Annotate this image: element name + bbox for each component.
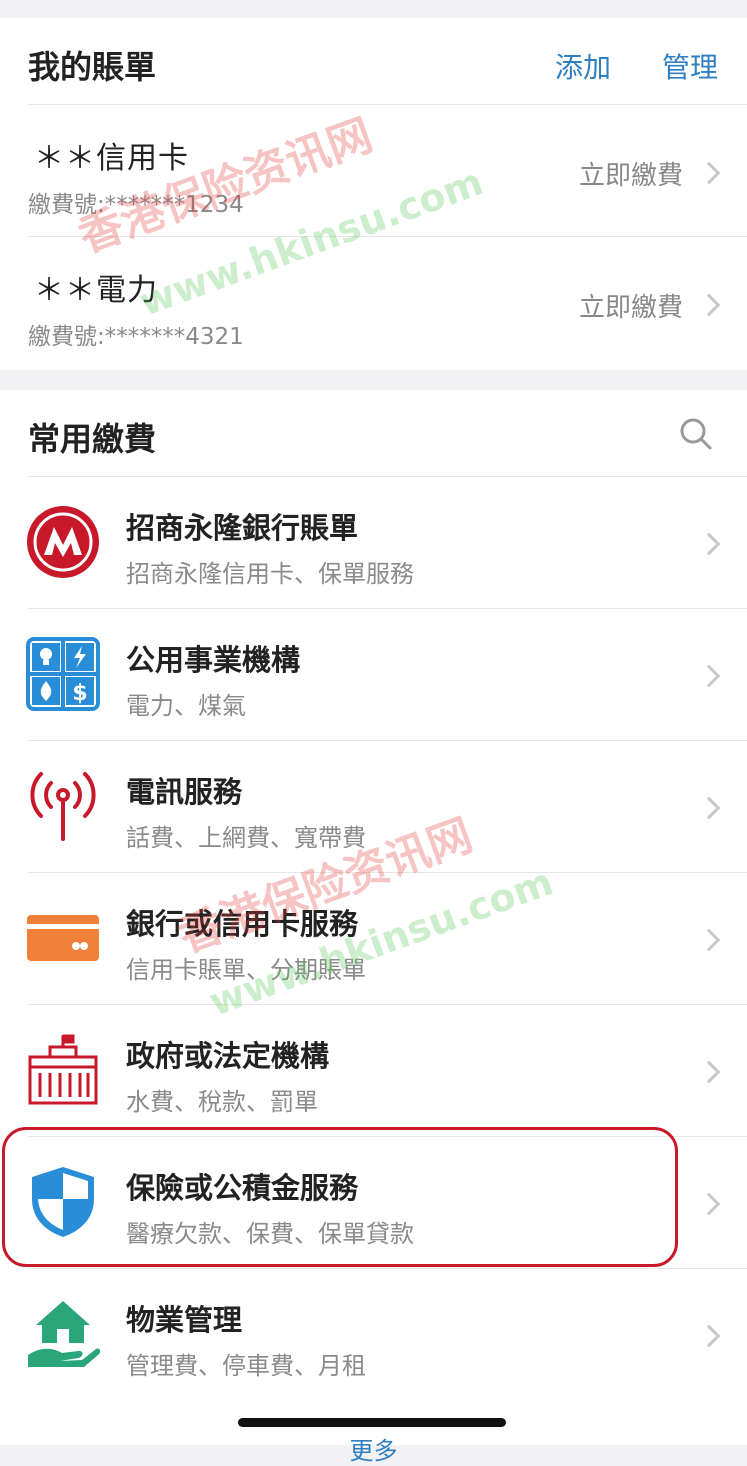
chevron-right-icon <box>697 928 721 952</box>
category-subtitle: 管理費、停車費、月租 <box>126 1352 366 1380</box>
category-subtitle: 話費、上網費、寬帶費 <box>126 824 366 852</box>
category-subtitle: 招商永隆信用卡、保單服務 <box>126 560 414 588</box>
chevron-right-icon <box>697 1192 721 1216</box>
category-title: 電訊服務 <box>126 775 243 809</box>
payment-category-bank-credit-card[interactable]: 銀行或信用卡服務 信用卡賬單、分期賬單 <box>0 873 747 1004</box>
category-subtitle: 水費、稅款、罰單 <box>126 1088 318 1116</box>
search-icon[interactable] <box>678 416 714 452</box>
payment-category-telecom[interactable]: 電訊服務 話費、上網費、寬帶費 <box>0 741 747 872</box>
common-payments-title: 常用繳費 <box>28 420 157 458</box>
chevron-right-icon <box>697 532 721 556</box>
chevron-right-icon <box>697 161 721 185</box>
house-hand-icon <box>28 1301 100 1367</box>
more-link[interactable]: 更多 <box>0 1431 747 1466</box>
bill-name: ＊＊電力 <box>34 273 158 308</box>
category-title: 政府或法定機構 <box>126 1039 330 1073</box>
chevron-right-icon <box>697 1324 721 1348</box>
category-title: 招商永隆銀行賬單 <box>126 511 359 545</box>
payment-category-government[interactable]: 政府或法定機構 水費、稅款、罰單 <box>0 1005 747 1136</box>
bill-item-credit-card[interactable]: ＊＊信用卡 繳費號:*******1234 立即繳費 <box>0 105 747 236</box>
utilities-icon: $ <box>26 637 100 711</box>
my-bills-title: 我的賬單 <box>28 48 157 86</box>
common-payments-card: 常用繳費 招商永隆銀行賬單 招商永隆信用卡、保單服務 $ 公用事業機構 電力、煤… <box>0 390 747 1445</box>
add-bill-button[interactable]: 添加 <box>555 46 611 86</box>
category-subtitle: 電力、煤氣 <box>126 692 246 720</box>
payment-category-utilities[interactable]: $ 公用事業機構 電力、煤氣 <box>0 609 747 740</box>
category-title: 物業管理 <box>126 1303 243 1337</box>
pay-now-button[interactable]: 立即繳費 <box>579 287 683 324</box>
credit-card-icon <box>27 915 99 961</box>
bill-number: 繳費號:*******4321 <box>28 324 244 350</box>
category-title: 銀行或信用卡服務 <box>126 907 359 941</box>
bill-number: 繳費號:*******1234 <box>28 192 244 218</box>
chevron-right-icon <box>697 293 721 317</box>
category-subtitle: 信用卡賬單、分期賬單 <box>126 956 366 984</box>
payment-category-property-management[interactable]: 物業管理 管理費、停車費、月租 <box>0 1269 747 1400</box>
category-title: 公用事業機構 <box>126 643 301 677</box>
chevron-right-icon <box>697 664 721 688</box>
svg-text:$: $ <box>72 681 87 706</box>
government-building-icon <box>28 1034 98 1105</box>
my-bills-card: 我的賬單 添加 管理 ＊＊信用卡 繳費號:*******1234 立即繳費 ＊＊… <box>0 18 747 370</box>
home-indicator <box>238 1418 506 1427</box>
bill-item-electricity[interactable]: ＊＊電力 繳費號:*******4321 立即繳費 <box>0 237 747 368</box>
bill-name: ＊＊信用卡 <box>34 141 189 176</box>
pay-now-button[interactable]: 立即繳費 <box>579 155 683 192</box>
highlight-frame <box>2 1127 678 1267</box>
antenna-icon <box>30 772 96 841</box>
chevron-right-icon <box>697 1060 721 1084</box>
cmb-wing-lung-logo <box>27 506 99 578</box>
payment-category-cmb-wing-lung[interactable]: 招商永隆銀行賬單 招商永隆信用卡、保單服務 <box>0 477 747 608</box>
chevron-right-icon <box>697 796 721 820</box>
manage-bills-button[interactable]: 管理 <box>662 46 718 86</box>
